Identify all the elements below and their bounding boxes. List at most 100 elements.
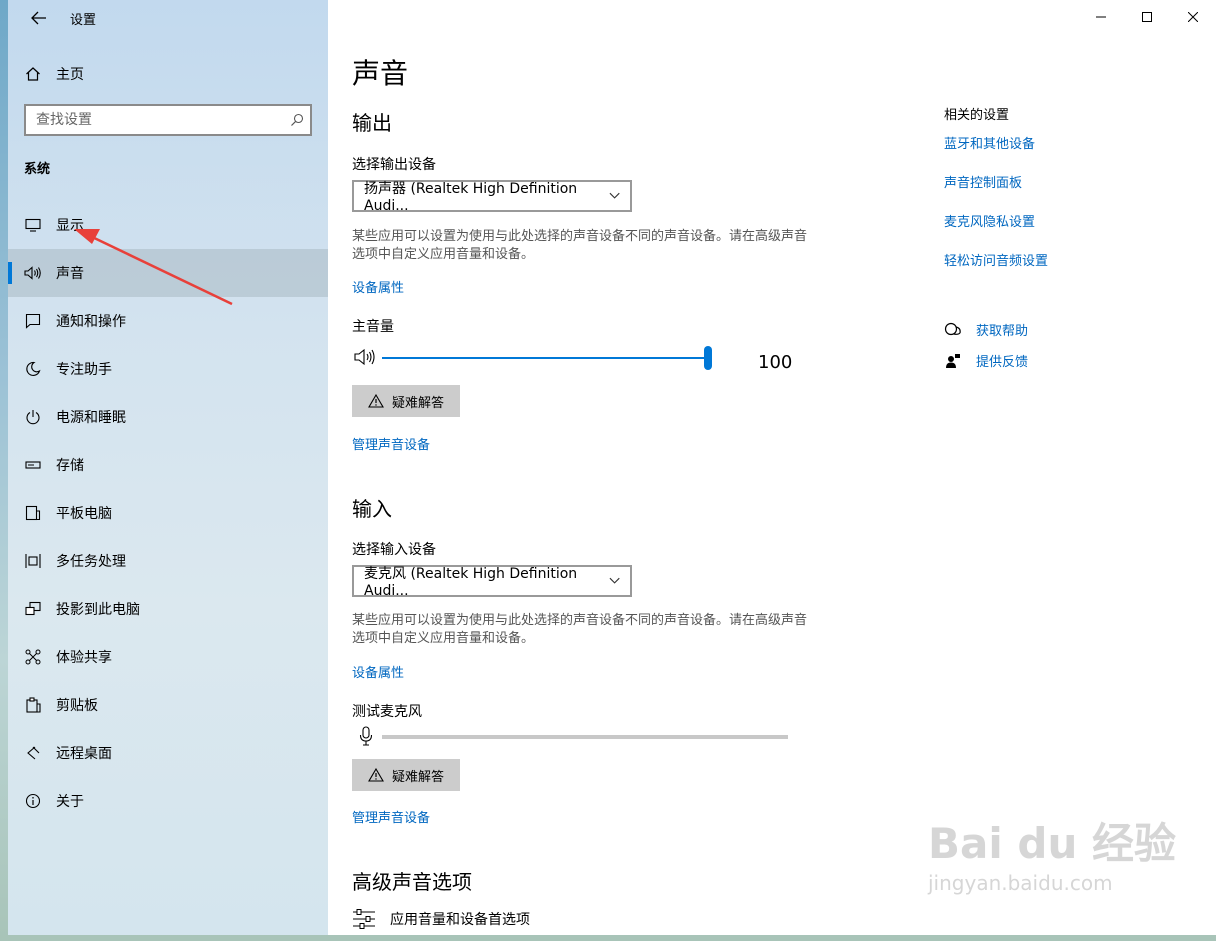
- sidebar-item-label: 关于: [56, 794, 84, 810]
- sidebar-item-remote-desktop[interactable]: 远程桌面: [8, 729, 328, 777]
- output-device-properties-link[interactable]: 设备属性: [352, 277, 404, 296]
- chevron-down-icon: [609, 577, 620, 584]
- speaker-icon: [24, 264, 42, 282]
- sidebar-item-storage[interactable]: 存储: [8, 441, 328, 489]
- section-title: 系统: [24, 162, 51, 177]
- sidebar-item-label: 存储: [56, 458, 84, 474]
- remote-desktop-icon: [24, 744, 42, 762]
- sidebar-item-label: 电源和睡眠: [56, 410, 126, 426]
- watermark-url: jingyan.baidu.com: [928, 871, 1113, 895]
- sidebar-item-display[interactable]: 显示: [8, 201, 328, 249]
- close-button[interactable]: [1170, 0, 1216, 34]
- home-label: 主页: [56, 67, 84, 83]
- input-device-dropdown[interactable]: 麦克风 (Realtek High Definition Audi...: [352, 565, 632, 599]
- troubleshoot-label: 疑难解答: [391, 395, 444, 411]
- output-device-value: 扬声器 (Realtek High Definition Audi...: [364, 181, 578, 214]
- maximize-icon: [1142, 12, 1152, 22]
- search-box[interactable]: [24, 104, 312, 136]
- main-content: 声音 输出 选择输出设备 扬声器 (Realtek High Definitio…: [328, 0, 1216, 935]
- get-help-link[interactable]: 获取帮助: [944, 314, 1028, 345]
- microphone-icon: [359, 726, 373, 750]
- app-volume-preferences-item[interactable]: 应用音量和设备首选项: [352, 908, 530, 930]
- moon-icon: [24, 360, 42, 378]
- close-icon: [1188, 12, 1198, 22]
- app-title: 设置: [70, 13, 97, 28]
- warning-icon: [368, 394, 384, 408]
- input-troubleshoot-button[interactable]: 疑难解答: [352, 759, 460, 791]
- mic-level-meter: [382, 735, 788, 739]
- advanced-heading: 高级声音选项: [352, 870, 472, 894]
- sidebar-item-label: 显示: [56, 218, 84, 234]
- troubleshoot-label: 疑难解答: [391, 769, 444, 785]
- settings-window: 设置 主页 系统 显示 声音 通知和操作: [8, 0, 1216, 935]
- sidebar-item-sound[interactable]: 声音: [8, 249, 328, 297]
- sidebar-item-label: 专注助手: [56, 362, 112, 378]
- sidebar-item-notifications[interactable]: 通知和操作: [8, 297, 328, 345]
- related-settings-heading: 相关的设置: [944, 108, 1010, 123]
- storage-icon: [24, 456, 42, 474]
- share-icon: [24, 648, 42, 666]
- sidebar-item-tablet[interactable]: 平板电脑: [8, 489, 328, 537]
- sidebar-item-label: 平板电脑: [56, 506, 112, 522]
- input-device-value: 麦克风 (Realtek High Definition Audi...: [364, 566, 578, 599]
- sidebar-item-about[interactable]: 关于: [8, 777, 328, 825]
- feedback-label: 提供反馈: [976, 355, 1029, 370]
- maximize-button[interactable]: [1124, 0, 1170, 34]
- volume-speaker-icon[interactable]: [354, 348, 376, 370]
- chevron-down-icon: [609, 192, 620, 199]
- output-device-dropdown[interactable]: 扬声器 (Realtek High Definition Audi...: [352, 180, 632, 214]
- sidebar-item-label: 体验共享: [56, 650, 112, 666]
- feedback-link[interactable]: 提供反馈: [944, 345, 1028, 376]
- sidebar-item-label: 剪贴板: [56, 698, 98, 714]
- output-select-label: 选择输出设备: [352, 157, 436, 173]
- back-arrow-icon: [31, 11, 46, 25]
- output-troubleshoot-button[interactable]: 疑难解答: [352, 385, 460, 417]
- sidebar-item-multitasking[interactable]: 多任务处理: [8, 537, 328, 585]
- volume-slider-track[interactable]: [382, 357, 708, 359]
- sidebar: 设置 主页 系统 显示 声音 通知和操作: [8, 0, 328, 935]
- help-section: 获取帮助 提供反馈: [944, 314, 1028, 376]
- feedback-icon: [944, 353, 962, 369]
- sidebar-item-focus-assist[interactable]: 专注助手: [8, 345, 328, 393]
- sidebar-item-project[interactable]: 投影到此电脑: [8, 585, 328, 633]
- clipboard-icon: [24, 696, 42, 714]
- info-icon: [24, 792, 42, 810]
- get-help-label: 获取帮助: [976, 324, 1029, 339]
- sidebar-item-label: 投影到此电脑: [56, 602, 140, 618]
- project-icon: [24, 600, 42, 618]
- sidebar-item-label: 声音: [56, 266, 84, 282]
- warning-icon: [368, 768, 384, 782]
- input-description: 某些应用可以设置为使用与此处选择的声音设备不同的声音设备。请在高级声音选项中自定…: [352, 613, 808, 646]
- sidebar-item-power-sleep[interactable]: 电源和睡眠: [8, 393, 328, 441]
- input-manage-devices-link[interactable]: 管理声音设备: [352, 807, 430, 826]
- help-chat-icon: [944, 322, 962, 338]
- watermark-brand: Bai du 经验: [928, 819, 1176, 868]
- page-title: 声音: [352, 57, 409, 90]
- window-controls: [1078, 0, 1216, 34]
- related-link-sound-control-panel[interactable]: 声音控制面板: [944, 172, 1048, 211]
- volume-value: 100: [758, 352, 793, 373]
- notification-icon: [24, 312, 42, 330]
- input-device-properties-link[interactable]: 设备属性: [352, 662, 404, 681]
- home-nav-item[interactable]: 主页: [24, 62, 84, 86]
- related-link-mic-privacy[interactable]: 麦克风隐私设置: [944, 211, 1048, 250]
- output-manage-devices-link[interactable]: 管理声音设备: [352, 434, 430, 453]
- master-volume-label: 主音量: [352, 319, 394, 335]
- related-link-bluetooth[interactable]: 蓝牙和其他设备: [944, 133, 1048, 172]
- tablet-icon: [24, 504, 42, 522]
- related-settings: 相关的设置 蓝牙和其他设备 声音控制面板 麦克风隐私设置 轻松访问音频设置: [944, 104, 1048, 289]
- input-heading: 输入: [352, 497, 392, 521]
- volume-slider-thumb[interactable]: [704, 346, 712, 370]
- search-icon[interactable]: [284, 113, 310, 127]
- power-icon: [24, 408, 42, 426]
- sidebar-item-shared-experiences[interactable]: 体验共享: [8, 633, 328, 681]
- output-description: 某些应用可以设置为使用与此处选择的声音设备不同的声音设备。请在高级声音选项中自定…: [352, 229, 808, 262]
- minimize-button[interactable]: [1078, 0, 1124, 34]
- sidebar-item-clipboard[interactable]: 剪贴板: [8, 681, 328, 729]
- related-link-ease-of-access-audio[interactable]: 轻松访问音频设置: [944, 250, 1048, 289]
- output-heading: 输出: [352, 111, 392, 135]
- back-button[interactable]: [24, 4, 54, 32]
- sidebar-item-label: 通知和操作: [56, 314, 126, 330]
- minimize-icon: [1096, 16, 1106, 18]
- search-input[interactable]: [26, 107, 284, 133]
